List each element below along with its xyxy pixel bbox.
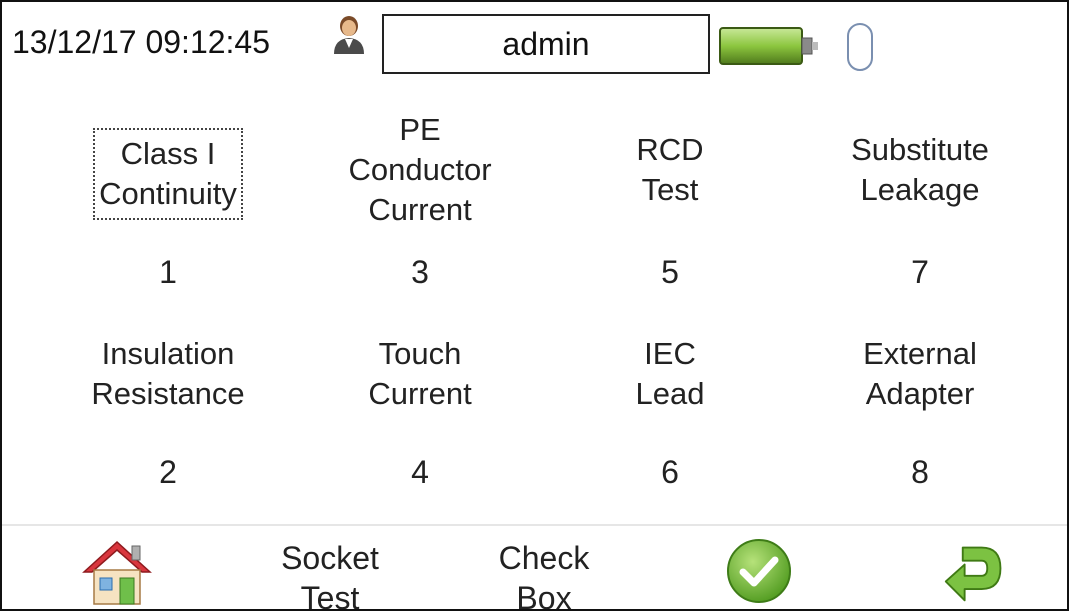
test-label: Touch Current — [368, 336, 472, 411]
user-avatar-icon — [334, 16, 364, 54]
test-label: External Adapter — [863, 336, 977, 411]
shortcut-key-number: 6 — [661, 454, 679, 490]
shortcut-key-number: 4 — [411, 454, 429, 490]
test-label: Substitute Leakage — [851, 132, 989, 207]
check-box-button[interactable]: Check Box — [474, 538, 614, 609]
test-label: Insulation Resistance — [91, 336, 245, 411]
checkmark-icon[interactable] — [724, 536, 794, 606]
test-class-i-continuity-button[interactable]: Class I Continuity — [68, 128, 268, 220]
test-label: Class I Continuity — [93, 128, 243, 220]
socket-test-button[interactable]: Socket Test — [260, 538, 400, 609]
test-insulation-resistance-button[interactable]: Insulation Resistance — [68, 332, 268, 416]
shortcut-key-number: 3 — [411, 254, 429, 290]
screen-frame: 13/12/17 09:12:45 admin Class I Continui… — [0, 0, 1069, 611]
test-external-adapter-button[interactable]: External Adapter — [820, 332, 1020, 416]
test-label: PE Conductor Current — [348, 112, 492, 227]
test-iec-lead-button[interactable]: IEC Lead — [570, 332, 770, 416]
datetime: 13/12/17 09:12:45 — [12, 24, 271, 60]
shortcut-key-number: 2 — [159, 454, 177, 490]
test-label: RCD Test — [636, 132, 704, 207]
test-label: IEC Lead — [635, 336, 705, 411]
status-bar: 13/12/17 09:12:45 admin — [2, 2, 1067, 86]
home-icon[interactable] — [82, 540, 152, 606]
mouse-icon — [847, 23, 873, 71]
test-rcd-button[interactable]: RCD Test — [570, 128, 770, 212]
test-touch-current-button[interactable]: Touch Current — [320, 332, 520, 416]
test-pe-conductor-current-button[interactable]: PE Conductor Current — [320, 108, 520, 232]
bottom-toolbar: Socket Test Check Box — [2, 524, 1067, 609]
shortcut-key-number: 8 — [911, 454, 929, 490]
battery-icon — [719, 27, 818, 65]
return-arrow-icon[interactable] — [940, 540, 1010, 606]
test-substitute-leakage-button[interactable]: Substitute Leakage — [820, 128, 1020, 212]
user-name-field[interactable]: admin — [382, 14, 710, 74]
shortcut-key-number: 5 — [661, 254, 679, 290]
shortcut-key-number: 7 — [911, 254, 929, 290]
shortcut-key-number: 1 — [159, 254, 177, 290]
